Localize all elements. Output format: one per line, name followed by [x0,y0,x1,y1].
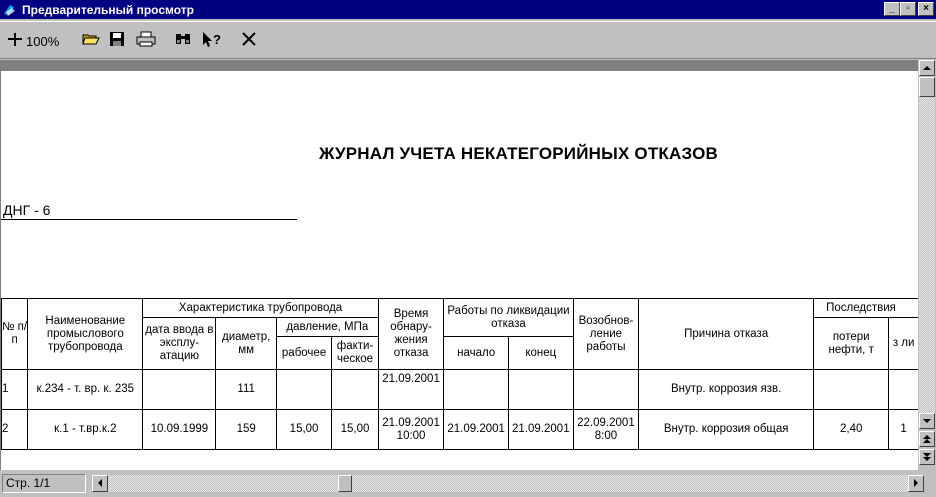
header-pressure: давление, МПа [275,317,379,337]
help-pointer-icon: ? [201,30,223,53]
cell-num: 2 [1,409,29,450]
zoom-button[interactable]: 100% [6,30,68,52]
find-button[interactable] [172,30,194,52]
header-repair-end: конец [508,336,574,370]
header-oil-loss: потери нефти, т [813,317,890,370]
window-title: Предварительный просмотр [22,2,194,17]
header-repair-start: начало [443,336,509,370]
header-diameter: диаметр, мм [215,317,277,370]
report-title: ЖУРНАЛ УЧЕТА НЕКАТЕГОРИЙНЫХ ОТКАЗОВ [319,144,719,163]
horizontal-scroll-thumb[interactable] [338,475,352,492]
header-detect-time: Время обнару- жения отказа [377,298,445,370]
cell-repair-end [508,369,574,410]
minimize-button[interactable]: _ [884,2,900,16]
horizontal-scroll-track[interactable] [108,475,908,492]
arrow-right-icon [914,479,918,487]
arrow-down-icon [923,419,931,423]
print-icon [136,31,156,52]
failures-table: № п/п Наименование промыслового трубопро… [1,298,918,450]
cell-diameter: 111 [215,369,277,410]
find-icon [174,31,192,52]
restore-button[interactable]: ▫ [900,2,916,16]
app-icon [2,2,18,18]
report-page: ЖУРНАЛ УЧЕТА НЕКАТЕГОРИЙНЫХ ОТКАЗОВ ДНГ … [1,71,918,470]
cell-name: к.234 - т. вр. к. 235 [27,369,144,410]
vertical-scrollbar[interactable] [918,60,936,470]
next-page-button[interactable] [919,449,935,465]
open-button[interactable] [80,30,102,52]
cell-pressure-work: 15,00 [275,409,333,450]
print-button[interactable] [134,30,158,52]
cell-resume: 22.09.2001 8:00 [572,409,640,450]
cell-oil-loss: 2,40 [813,409,890,450]
cell-diameter: 159 [215,409,277,450]
header-consequences: Последствия [813,298,918,318]
cell-pressure-actual: 15,00 [331,409,379,450]
cell-num: 1 [1,369,29,410]
header-pressure-actual: факти- ческое [331,336,379,370]
header-extra: з ли [888,317,918,370]
cell-commission-date: 10.09.1999 [142,409,217,450]
cell-oil-loss [813,369,890,410]
cell-detect-time: 21.09.2001 10:00 [377,409,445,450]
preview-window: Предварительный просмотр _ ▫ × 100% ? ЖУ… [0,0,936,497]
cell-cause: Внутр. коррозия общая [638,409,815,450]
close-icon [241,31,257,52]
cell-extra: 1 [888,409,918,450]
department-label: ДНГ - 6 [3,202,51,218]
save-icon [109,31,125,52]
header-characteristics: Характеристика трубопровода [142,298,379,318]
title-bar[interactable]: Предварительный просмотр _ ▫ × [0,0,936,19]
cell-detect-time: 21.09.2001 [377,369,445,410]
scroll-left-button[interactable] [92,475,108,492]
close-preview-button[interactable] [238,30,260,52]
cell-repair-start [443,369,509,410]
cell-name: к.1 - т.вр.к.2 [27,409,144,450]
vertical-scroll-thumb[interactable] [919,77,935,97]
cell-cause: Внутр. коррозия язв. [638,369,815,410]
scroll-right-button[interactable] [908,475,924,492]
header-commission-date: дата ввода в эксплу- атацию [142,317,217,370]
header-num: № п/п [1,298,29,370]
header-cause: Причина отказа [638,298,815,370]
zoom-label: 100% [26,33,60,49]
cell-repair-end: 21.09.2001 [508,409,574,450]
header-name: Наименование промыслового трубопровода [27,298,144,370]
page-edge [1,61,918,71]
context-help-button[interactable]: ? [200,30,224,52]
cell-commission-date [142,369,217,410]
cell-pressure-work [275,369,333,410]
zoom-icon [6,30,24,53]
double-arrow-down-icon [923,453,931,461]
double-arrow-up-icon [923,435,931,443]
close-window-button[interactable]: × [918,2,934,16]
preview-viewport[interactable]: ЖУРНАЛ УЧЕТА НЕКАТЕГОРИЙНЫХ ОТКАЗОВ ДНГ … [0,60,918,470]
header-pressure-work: рабочее [275,336,333,370]
vertical-scroll-track[interactable] [919,77,935,413]
scroll-down-button[interactable] [919,413,935,429]
cell-repair-start: 21.09.2001 [443,409,509,450]
toolbar: 100% ? [0,21,936,59]
cell-extra [888,369,918,410]
header-resume: Возобнов- ление работы [572,298,640,370]
header-repair: Работы по ликвидации отказа [443,298,574,337]
svg-text:?: ? [213,32,221,47]
scroll-up-button[interactable] [919,60,935,76]
table-row: 1 к.234 - т. вр. к. 235 111 21.09.2001 В… [1,369,918,410]
save-button[interactable] [106,30,128,52]
cell-pressure-actual [331,369,379,410]
page-indicator: Стр. 1/1 [2,474,86,493]
prev-page-button[interactable] [919,431,935,447]
status-bar: Стр. 1/1 [0,472,936,497]
arrow-up-icon [923,66,931,70]
arrow-left-icon [98,479,102,487]
cell-resume [572,369,640,410]
open-folder-icon [82,31,100,52]
table-row: 2 к.1 - т.вр.к.2 10.09.1999 159 15,00 15… [1,409,918,450]
department-underline [1,219,297,220]
